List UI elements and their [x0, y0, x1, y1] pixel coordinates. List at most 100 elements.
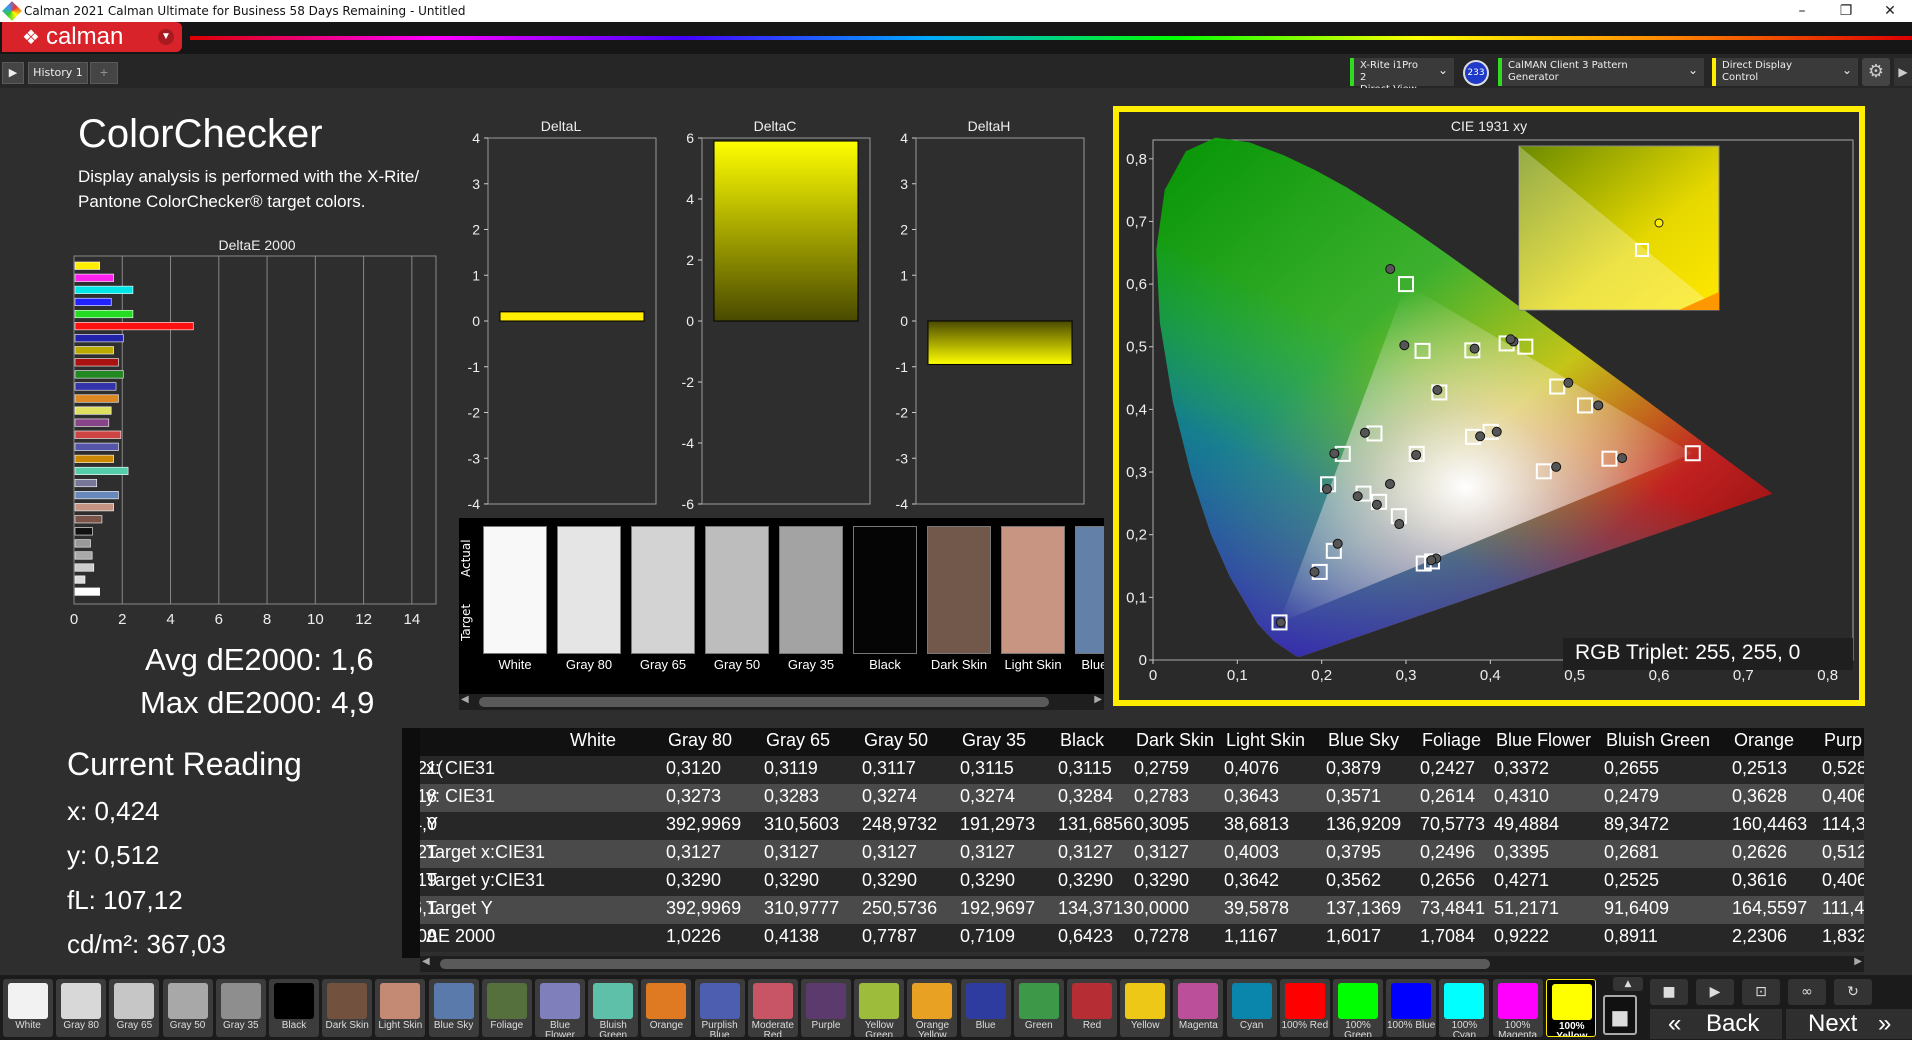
meter-selector[interactable]: X-Rite i1Pro 2 Direct View ⌄ — [1350, 58, 1454, 95]
bottom-swatch-100-red[interactable]: 100% Red — [1279, 979, 1330, 1037]
up-arrow-icon[interactable]: ▲ — [1613, 977, 1643, 991]
table-cell: 0,3284 — [1058, 786, 1114, 806]
actual-marker — [1469, 343, 1480, 354]
bottom-swatch-white[interactable]: White — [3, 979, 53, 1037]
sidebar-toggle-button[interactable]: ▶ — [1894, 58, 1912, 86]
minimize-button[interactable]: – — [1780, 0, 1824, 22]
bottom-swatch-cyan[interactable]: Cyan — [1226, 979, 1277, 1037]
bottom-swatch-yellow-green[interactable]: Yellow Green — [854, 979, 905, 1038]
bottom-swatch-label: Yellow Green — [864, 1020, 894, 1038]
table-column-header[interactable]: Dark Skin — [1136, 730, 1214, 751]
play-history-button[interactable]: ▶ — [2, 62, 24, 84]
bottom-swatch-blue[interactable]: Blue — [960, 979, 1011, 1037]
display-control-selector[interactable]: Direct Display Control ⌄ — [1712, 58, 1858, 86]
bottom-swatch-yellow[interactable]: Yellow — [1120, 979, 1171, 1037]
bottom-swatch-label: 100% Blue — [1387, 1020, 1436, 1031]
swatch-blue-sky[interactable] — [1075, 526, 1104, 654]
back-button[interactable]: « Back — [1650, 1009, 1782, 1039]
rainbow-divider — [190, 36, 1912, 40]
delta-tick-label: 4 — [472, 130, 480, 146]
table-column-header[interactable]: Light Skin — [1226, 730, 1305, 751]
scroll-left-icon[interactable]: ◀ — [422, 956, 430, 967]
add-tab-button[interactable]: + — [90, 62, 118, 84]
table-column-header[interactable]: Orange — [1734, 730, 1794, 751]
bottom-swatch-gray-35[interactable]: Gray 35 — [215, 979, 266, 1037]
loop-icon[interactable]: ∞ — [1788, 979, 1826, 1005]
refresh-icon[interactable]: ↻ — [1834, 979, 1872, 1005]
bottom-swatch-blue-sky[interactable]: Blue Sky — [428, 979, 479, 1037]
swatch-gray-50[interactable] — [705, 526, 769, 654]
bottom-swatch-black[interactable]: Black — [269, 979, 319, 1037]
logo-dropdown-icon[interactable]: ▼ — [158, 29, 174, 45]
stop-measure-icon[interactable]: ■ — [1650, 979, 1688, 1005]
table-column-header[interactable]: Purp — [1824, 730, 1862, 751]
pattern-generator-selector[interactable]: CalMAN Client 3 Pattern Generator ⌄ — [1498, 58, 1704, 86]
table-column-header[interactable]: Gray 80 — [668, 730, 732, 751]
bottom-swatch-100-green[interactable]: 100% Green — [1333, 979, 1383, 1037]
chevron-down-icon: ⌄ — [1687, 63, 1698, 77]
next-button[interactable]: Next » — [1786, 1009, 1912, 1039]
table-column-header[interactable]: Bluish Green — [1606, 730, 1710, 751]
bottom-swatch-gray-80[interactable]: Gray 80 — [56, 979, 107, 1037]
bottom-swatch-bluish-green[interactable]: Bluish Green — [588, 979, 639, 1037]
bottom-swatch-label: Gray 80 — [63, 1020, 99, 1031]
settings-gear-icon[interactable]: ⚙ — [1862, 58, 1890, 86]
swatch-light-skin[interactable] — [1001, 526, 1065, 654]
table-column-header[interactable]: Foliage — [1422, 730, 1481, 751]
bottom-swatch-orange-yellow[interactable]: Orange Yellow — [907, 979, 958, 1037]
table-cell: 0,3290 — [666, 870, 722, 890]
swatch-black[interactable] — [853, 526, 917, 654]
bottom-swatch-gray-50[interactable]: Gray 50 — [162, 979, 213, 1037]
table-scrollbar[interactable]: ◀ ▶ — [420, 956, 1864, 972]
bottom-swatch-100-magenta[interactable]: 100% Magenta — [1492, 979, 1543, 1037]
bottom-swatch-red[interactable]: Red — [1067, 979, 1117, 1037]
swatch-gray-65[interactable] — [631, 526, 695, 654]
deltae-tick-label: 14 — [404, 611, 421, 628]
table-column-header[interactable]: Blue Flower — [1496, 730, 1591, 751]
scroll-thumb[interactable] — [440, 959, 1490, 969]
bottom-swatch-moderate-red[interactable]: Moderate Red — [747, 979, 798, 1037]
bottom-swatch-foliage[interactable]: Foliage — [481, 979, 532, 1037]
bottom-swatch-label: Black — [281, 1020, 307, 1031]
close-button[interactable]: ✕ — [1868, 0, 1912, 22]
swatch-gray-80[interactable] — [557, 526, 621, 654]
bottom-swatch-100-blue[interactable]: 100% Blue — [1386, 979, 1437, 1037]
deltae-bar — [74, 503, 114, 512]
swatch-scrollbar[interactable]: ◀ ▶ — [459, 694, 1104, 710]
bottom-swatch-magenta[interactable]: Magenta — [1173, 979, 1224, 1037]
table-column-header[interactable]: White — [570, 730, 616, 751]
restore-button[interactable]: ❐ — [1824, 0, 1868, 22]
deltae-bar — [74, 563, 95, 572]
bottom-swatch-100-cyan[interactable]: 100% Cyan — [1439, 979, 1490, 1037]
play-icon[interactable]: ▶ — [1696, 979, 1734, 1005]
scroll-left-icon[interactable]: ◀ — [461, 694, 469, 705]
bottom-swatch-light-skin[interactable]: Light Skin — [375, 979, 426, 1037]
bottom-swatch-purplish-blue[interactable]: Purplish Blue — [694, 979, 745, 1037]
meter-badge[interactable]: 233 — [1463, 60, 1489, 86]
table-column-header[interactable]: Blue Sky — [1328, 730, 1399, 751]
table-column-header[interactable]: Gray 35 — [962, 730, 1026, 751]
stop-icon[interactable]: ■ — [1603, 995, 1637, 1035]
bottom-swatch-gray-65[interactable]: Gray 65 — [109, 979, 160, 1037]
table-cell: 0,3273 — [666, 786, 722, 806]
bottom-swatch-blue-flower[interactable]: Blue Flower — [535, 979, 585, 1037]
table-column-header[interactable]: Gray 50 — [864, 730, 928, 751]
bottom-swatch-purple[interactable]: Purple — [801, 979, 851, 1037]
bottom-swatch-dark-skin[interactable]: Dark Skin — [322, 979, 373, 1037]
table-column-header[interactable]: Gray 65 — [766, 730, 830, 751]
bottom-swatch-100-yellow[interactable]: 100% Yellow — [1545, 979, 1596, 1037]
swatch-white[interactable] — [483, 526, 547, 654]
swatch-gray-35[interactable] — [779, 526, 843, 654]
table-column-header[interactable]: Black — [1060, 730, 1104, 751]
swatch-dark-skin[interactable] — [927, 526, 991, 654]
tab-history-1[interactable]: History 1 — [28, 62, 88, 84]
window-title: Calman 2021 Calman Ultimate for Business… — [24, 4, 466, 18]
scroll-thumb[interactable] — [479, 697, 1049, 707]
bottom-swatch-orange[interactable]: Orange — [641, 979, 692, 1037]
bottom-swatch-green[interactable]: Green — [1013, 979, 1064, 1037]
scroll-right-icon[interactable]: ▶ — [1854, 956, 1862, 967]
scroll-right-icon[interactable]: ▶ — [1094, 694, 1102, 705]
table-row-header-strip — [402, 728, 420, 958]
calman-logo-menu[interactable]: ❖ calman ▼ — [2, 22, 182, 52]
save-icon[interactable]: ⊡ — [1742, 979, 1780, 1005]
